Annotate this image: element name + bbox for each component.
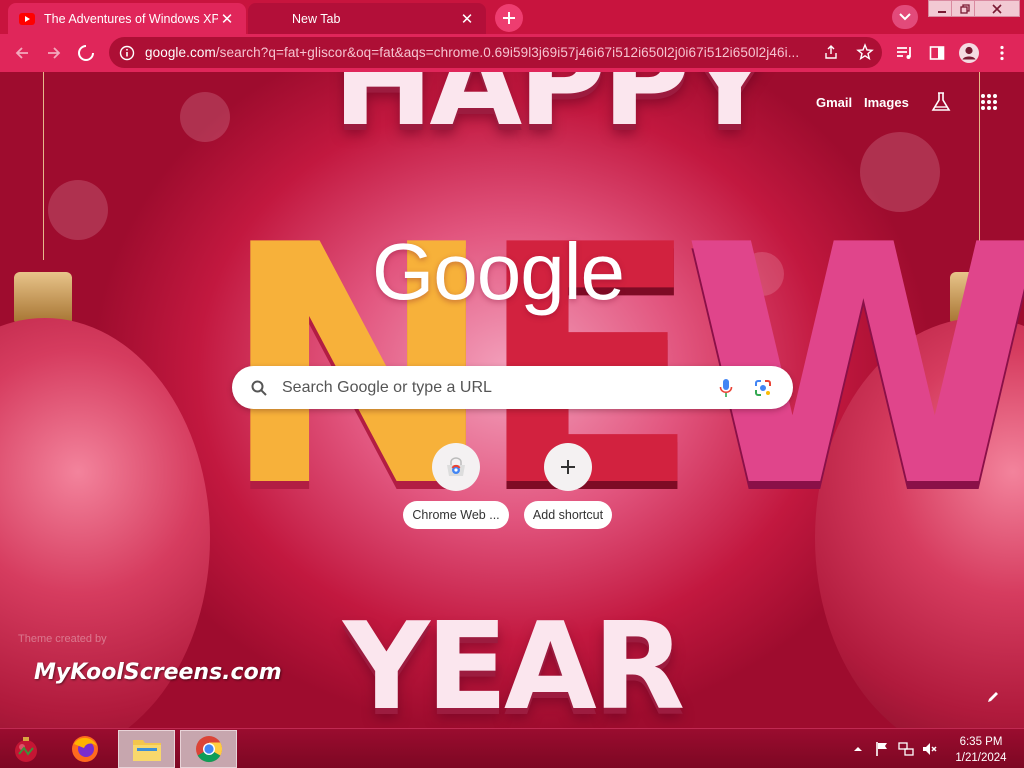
gmail-link[interactable]: Gmail [816,95,852,110]
plus-icon [503,12,515,24]
tab-close-icon[interactable]: ✕ [458,10,476,28]
kebab-menu-icon [1000,45,1004,61]
back-button[interactable] [8,39,36,67]
stop-loading-button[interactable] [72,39,100,67]
plus-icon [561,460,575,474]
shortcut-label: Chrome Web ... [403,501,509,529]
share-icon[interactable] [823,44,839,63]
url-path: /search?q=fat+gliscor&oq=fat&aqs=chrome.… [215,45,800,60]
tab-favicon-placeholder [258,10,276,28]
new-tab-button[interactable] [495,4,523,32]
windows-taskbar: 6:35 PM 1/21/2024 [0,728,1024,768]
apps-grid-icon[interactable] [980,93,998,116]
browser-toolbar: google.com/search?q=fat+gliscor&oq=fat&a… [0,34,1024,72]
action-center-flag-icon[interactable] [874,741,890,757]
arrow-left-icon [15,47,28,59]
volume-muted-icon[interactable] [922,741,938,757]
firefox-icon [72,736,98,762]
browser-menu-button[interactable] [988,39,1016,67]
add-shortcut-button[interactable]: Add shortcut [512,443,624,529]
shortcut-chrome-web-store[interactable]: Chrome Web ... [400,443,512,529]
address-bar[interactable]: google.com/search?q=fat+gliscor&oq=fat&a… [109,37,882,68]
search-icon [251,380,267,396]
avatar-icon [959,43,979,63]
shortcut-label: Add shortcut [523,501,613,529]
clock-date: 1/21/2024 [955,752,1007,764]
ornament-string [43,72,44,260]
site-info-icon[interactable] [119,45,135,61]
system-clock[interactable]: 6:35 PM 1/21/2024 [950,734,1012,766]
network-icon[interactable] [898,741,914,757]
window-close-button[interactable] [974,0,1020,17]
background-year-text: YEAR [343,598,685,728]
google-lens-icon[interactable] [753,378,773,403]
bookmark-star-icon[interactable] [856,43,874,64]
arrow-right-icon [48,47,61,59]
pencil-icon [988,692,998,702]
bokeh-light [48,180,108,240]
chrome-icon [195,736,222,763]
forward-button[interactable] [40,39,68,67]
minimize-icon [938,10,946,13]
google-logo: Google [372,227,625,316]
loading-spinner-icon [78,45,94,61]
start-button[interactable] [6,730,46,768]
background-happy-text: HAPPY [333,72,773,153]
side-panel-button[interactable] [923,39,951,67]
chevron-down-icon [899,13,911,21]
clock-time: 6:35 PM [959,736,1003,748]
tab-new-tab[interactable]: New Tab ✕ [248,3,486,34]
shortcut-icon-tile [544,443,592,491]
tab-search-button[interactable] [892,5,918,29]
media-list-icon [897,47,911,59]
shortcut-icon-tile [432,443,480,491]
tab-title: New Tab [292,11,341,26]
side-panel-icon [929,46,945,60]
bokeh-light [180,92,230,142]
restore-icon [960,3,970,14]
tab-strip: The Adventures of Windows XP [ ✕ New Tab… [0,0,1024,34]
chevron-up-icon [854,747,862,751]
theme-brand-link[interactable]: MyKoolScreens.com [34,660,282,685]
url-host: google.com [145,45,216,60]
close-icon [992,3,1002,14]
url-text[interactable]: google.com/search?q=fat+gliscor&oq=fat&a… [145,45,817,60]
profile-button[interactable] [955,39,983,67]
taskbar-firefox[interactable] [64,730,106,768]
christmas-ornament-start-icon [15,737,37,762]
taskbar-chrome[interactable] [180,730,237,768]
new-tab-page: HAPPY NEW YEAR Gmail Images Google Chrom… [0,72,1024,728]
ornament-cap [14,272,72,322]
tab-title: The Adventures of Windows XP [ [44,11,218,26]
tab-close-icon[interactable]: ✕ [218,10,236,28]
show-hidden-icons-button[interactable] [850,741,866,757]
microphone-icon[interactable] [719,378,733,403]
theme-credit-text: Theme created by [18,633,107,645]
labs-flask-icon[interactable] [930,91,952,118]
taskbar-file-explorer[interactable] [118,730,175,768]
customize-chrome-button[interactable] [982,686,1004,708]
images-link[interactable]: Images [864,95,909,110]
chrome-web-store-icon [447,457,465,476]
search-box[interactable] [232,366,793,409]
tab-youtube[interactable]: The Adventures of Windows XP [ ✕ [8,3,246,34]
reading-list-button[interactable] [891,39,919,67]
youtube-icon [18,10,36,28]
search-input[interactable] [282,378,702,397]
folder-icon [132,740,161,761]
